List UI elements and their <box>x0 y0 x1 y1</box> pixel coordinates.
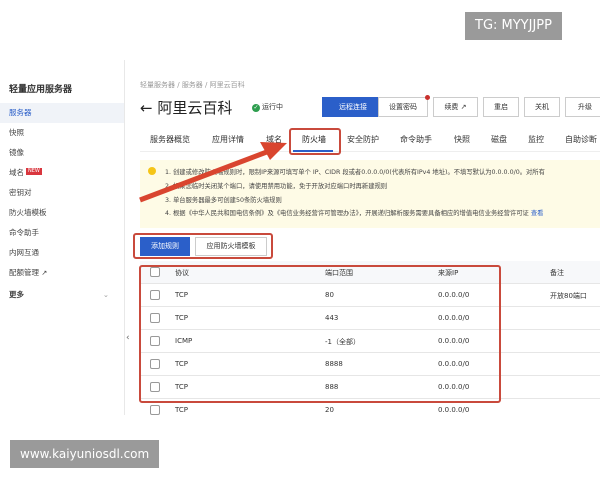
annotation-arrow <box>139 142 287 203</box>
watermark-bottom: www.kaiyuniosdl.com <box>10 440 160 468</box>
column-header-note: 备注 <box>550 269 564 277</box>
row-checkbox[interactable] <box>150 405 160 415</box>
arrow-shaft <box>139 147 273 203</box>
table-cell: TCP <box>175 406 188 414</box>
table-cell: 20 <box>325 406 334 414</box>
table-cell: 开放80端口 <box>550 292 587 300</box>
table-cell: 0.0.0.0/0 <box>438 406 470 414</box>
highlight-box-table <box>139 265 501 403</box>
highlight-box-actions <box>133 233 273 259</box>
